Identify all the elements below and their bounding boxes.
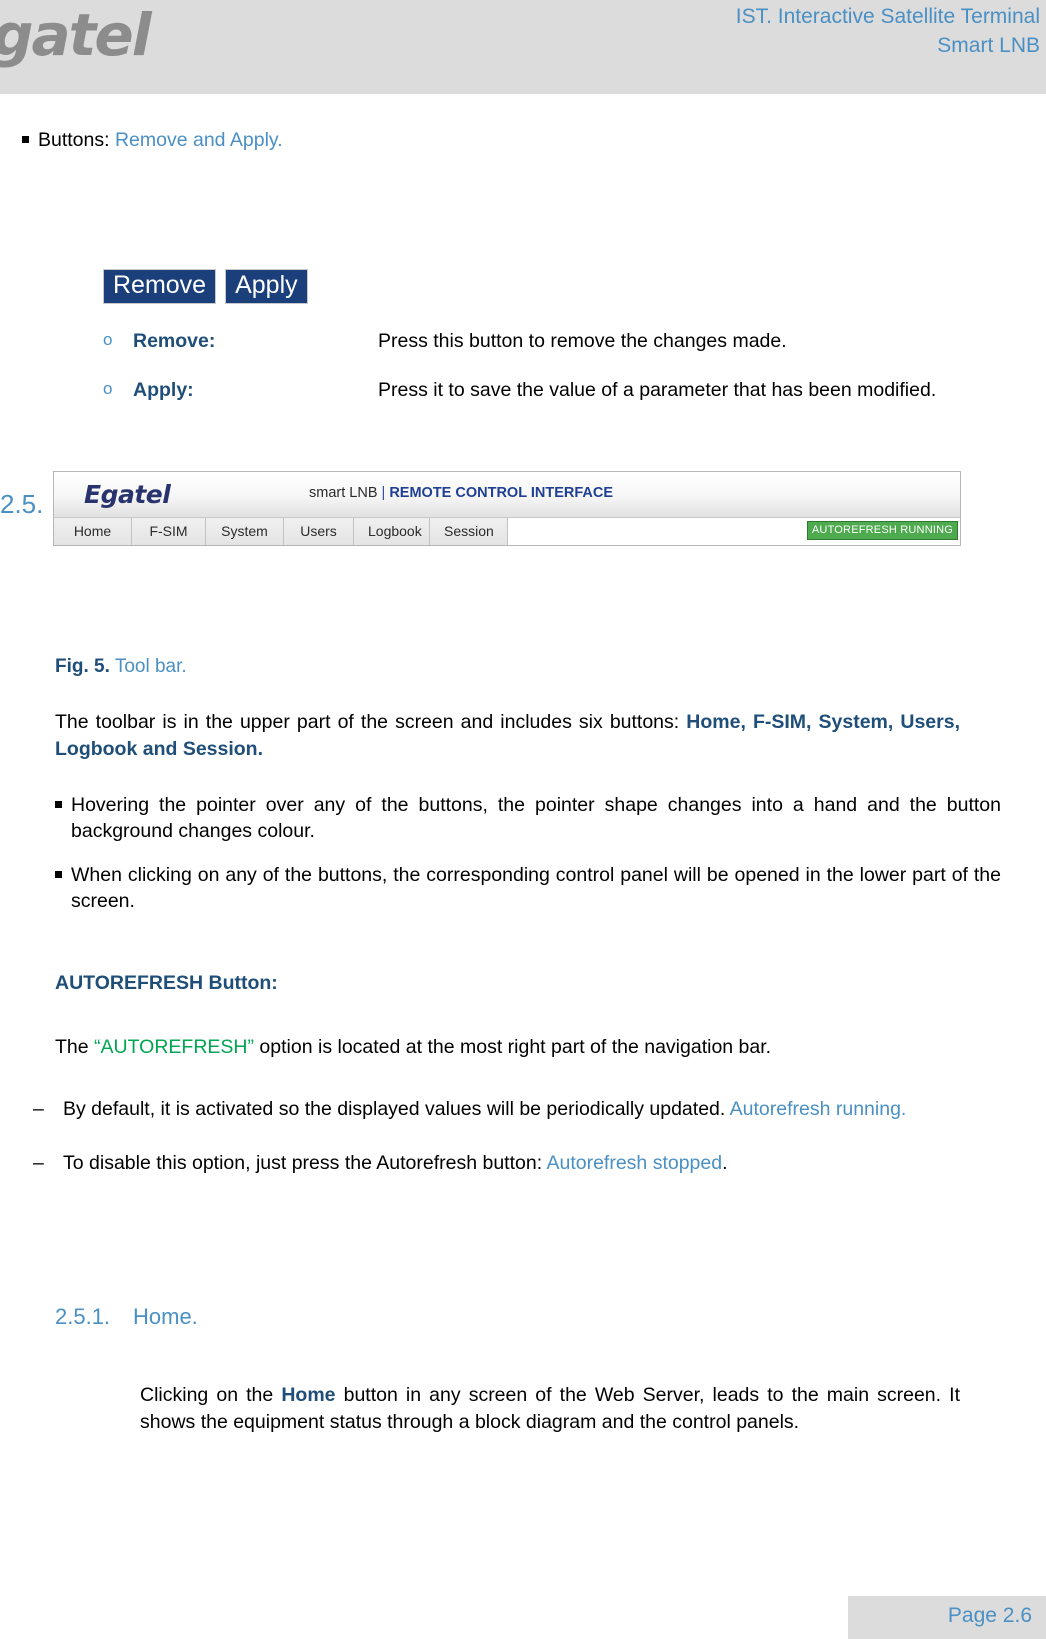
page-footer: Page 2.6 xyxy=(848,1596,1046,1639)
webapp-subtitle-interface: REMOTE CONTROL INTERFACE xyxy=(389,485,614,501)
autorefresh-dash-item-default: By default, it is activated so the displ… xyxy=(33,1096,993,1123)
autorefresh-dash-tail-2: . xyxy=(722,1152,728,1174)
home-body-pre: Clicking on the xyxy=(140,1384,282,1406)
section-2-5-1-body: Clicking on the Home button in any scree… xyxy=(140,1382,960,1436)
autorefresh-paragraph-pre: The xyxy=(55,1036,95,1058)
section-number-2-5-1: 2.5.1. xyxy=(55,1304,111,1329)
page-number: Page 2.6 xyxy=(947,1604,1032,1627)
figure-caption: Fig. 5. Tool bar. xyxy=(55,656,187,678)
navbar-spacer: AUTOREFRESH RUNNING xyxy=(508,518,960,545)
definition-apply-term: Apply: xyxy=(133,379,194,401)
section-heading-2-5-1: 2.5.1. Home. xyxy=(55,1304,198,1330)
figure-toolbar-screenshot: Egatel smart LNB | REMOTE CONTROL INTERF… xyxy=(53,471,961,546)
webapp-logo: Egatel xyxy=(84,480,171,509)
remove-apply-button-strip: Remove Apply xyxy=(103,269,308,304)
page-header: gatel IST. Interactive Satellite Termina… xyxy=(0,0,1046,94)
header-title-block: IST. Interactive Satellite Terminal Smar… xyxy=(736,2,1040,60)
figure-caption-text: Tool bar. xyxy=(109,656,187,677)
section-title-2-5-1: Home. xyxy=(133,1304,198,1329)
toolbar-bullet-hover: Hovering the pointer over any of the but… xyxy=(33,792,1001,844)
figure-caption-label: Fig. 5. xyxy=(55,656,110,677)
buttons-intro-highlight: Remove and Apply. xyxy=(114,129,283,151)
autorefresh-paragraph-post: option is located at the most right part… xyxy=(254,1036,772,1058)
nav-item-system[interactable]: System xyxy=(206,518,284,545)
toolbar-bullet-click: When clicking on any of the buttons, the… xyxy=(33,862,1001,914)
nav-item-fsim[interactable]: F-SIM xyxy=(132,518,206,545)
autorefresh-dash-item-disable: To disable this option, just press the A… xyxy=(33,1150,993,1177)
apply-button[interactable]: Apply xyxy=(225,269,308,304)
autorefresh-paragraph: The “AUTOREFRESH” option is located at t… xyxy=(55,1034,960,1061)
autorefresh-running-label: Autorefresh running. xyxy=(729,1098,907,1120)
buttons-intro-bullet: Buttons: Remove and Apply. xyxy=(0,127,998,153)
webapp-subtitle: smart LNB | REMOTE CONTROL INTERFACE xyxy=(309,485,613,501)
definition-apply-body: Press it to save the value of a paramete… xyxy=(378,379,937,401)
definition-remove-body: Press this button to remove the changes … xyxy=(378,330,787,352)
autorefresh-heading: AUTOREFRESH Button: xyxy=(55,972,278,994)
home-button-name: Home xyxy=(281,1384,336,1406)
nav-item-session[interactable]: Session xyxy=(430,518,508,545)
header-title-line1: IST. Interactive Satellite Terminal xyxy=(735,5,1040,28)
definition-remove-term: Remove: xyxy=(133,330,216,352)
remove-button[interactable]: Remove xyxy=(103,269,217,304)
nav-item-home[interactable]: Home xyxy=(54,518,132,545)
autorefresh-status-badge[interactable]: AUTOREFRESH RUNNING xyxy=(806,521,958,540)
webapp-header: Egatel smart LNB | REMOTE CONTROL INTERF… xyxy=(54,472,960,518)
autorefresh-dash-text-1: By default, it is activated so the displ… xyxy=(63,1098,730,1120)
nav-item-users[interactable]: Users xyxy=(284,518,354,545)
header-title-line2: Smart LNB xyxy=(937,34,1040,57)
company-logo: gatel xyxy=(0,1,152,69)
toolbar-description-lead: The toolbar is in the upper part of the … xyxy=(55,711,687,733)
webapp-subtitle-separator: | xyxy=(377,485,390,501)
autorefresh-term: “AUTOREFRESH” xyxy=(94,1036,255,1058)
webapp-subtitle-product: smart LNB xyxy=(309,485,378,501)
autorefresh-dash-text-2: To disable this option, just press the A… xyxy=(63,1152,547,1174)
definition-remove: Remove: Press this button to remove the … xyxy=(103,327,963,356)
autorefresh-stopped-label: Autorefresh stopped xyxy=(546,1152,723,1174)
definition-apply: Apply: Press it to save the value of a p… xyxy=(103,376,963,433)
nav-item-logbook[interactable]: Logbook xyxy=(354,518,430,545)
toolbar-description-paragraph: The toolbar is in the upper part of the … xyxy=(55,709,960,763)
webapp-navbar: Home F-SIM System Users Logbook Session … xyxy=(54,518,960,545)
buttons-intro-prefix: Buttons: xyxy=(38,129,115,151)
